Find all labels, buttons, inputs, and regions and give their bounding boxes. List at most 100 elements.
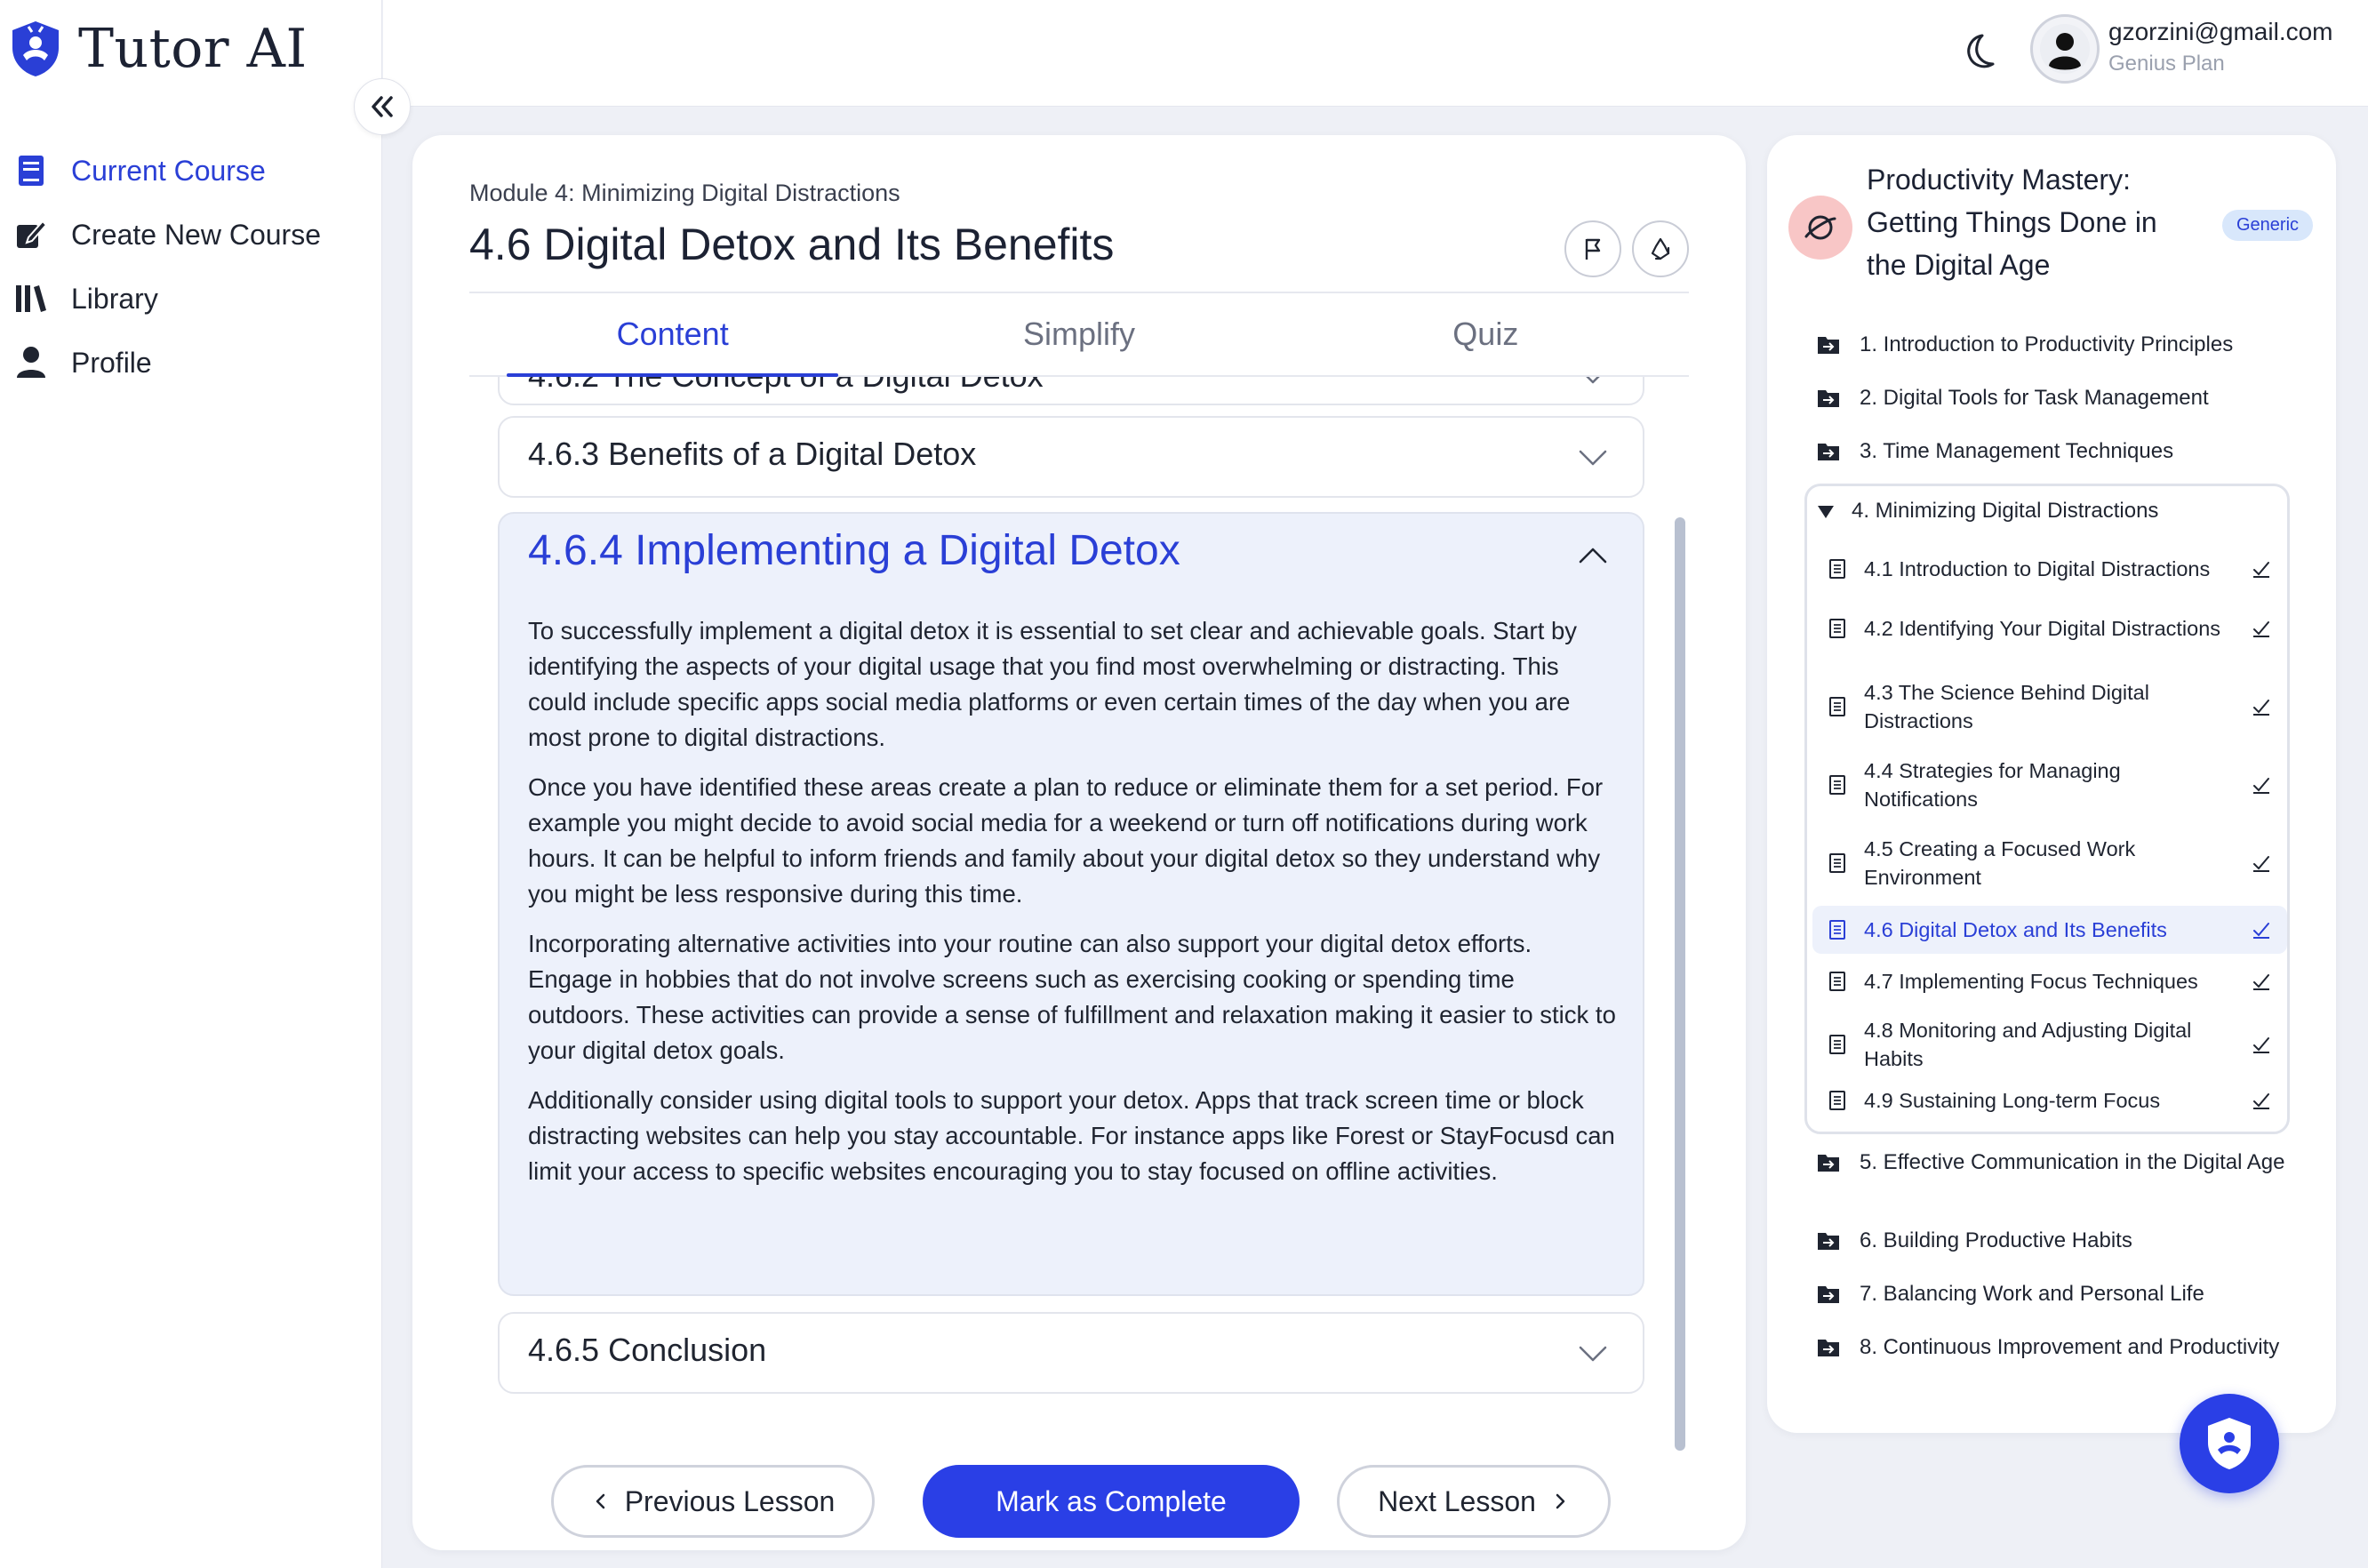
logo[interactable]: Tutor AI xyxy=(9,18,308,80)
chevron-down-icon[interactable] xyxy=(1577,377,1609,391)
document-icon xyxy=(1829,559,1845,579)
sidebar-item-current-course[interactable]: Current Course xyxy=(14,139,321,203)
user-email: gzorzini@gmail.com xyxy=(2108,18,2333,45)
lesson-tabs: Content Simplify Quiz xyxy=(469,292,1689,377)
sidebar-item-label: Current Course xyxy=(71,154,266,187)
avatar[interactable] xyxy=(2030,14,2100,84)
section-body: To successfully implement a digital deto… xyxy=(528,613,1616,1204)
module-label: 5. Effective Communication in the Digita… xyxy=(1860,1150,2285,1174)
tab-simplify[interactable]: Simplify xyxy=(876,293,1282,375)
folder-arrow-icon xyxy=(1818,1233,1839,1250)
chevron-left-icon xyxy=(596,1493,604,1509)
course-outline-panel: Productivity Mastery: Getting Things Don… xyxy=(1767,135,2336,1433)
page-title: 4.6 Digital Detox and Its Benefits xyxy=(469,220,1115,269)
chevron-up-icon[interactable] xyxy=(1577,540,1609,572)
accordion-section[interactable]: 4.6.3 Benefits of a Digital Detox xyxy=(498,416,1644,498)
lesson-item[interactable]: 4.5 Creating a Focused Work Environment xyxy=(1812,831,2287,895)
module-item[interactable]: 7. Balancing Work and Personal Life xyxy=(1817,1280,2304,1308)
accordion-section[interactable]: 4.6.2 The Concept of a Digital Detox xyxy=(498,377,1644,405)
mark-complete-button[interactable]: Mark as Complete xyxy=(923,1465,1300,1538)
dark-mode-moon-icon[interactable] xyxy=(1956,30,2000,75)
lesson-navigation: Previous Lesson Mark as Complete Next Le… xyxy=(551,1465,1618,1538)
lesson-item[interactable]: 4.2 Identifying Your Digital Distraction… xyxy=(1812,596,2287,660)
folder-arrow-icon xyxy=(1818,337,1839,354)
module-label: 7. Balancing Work and Personal Life xyxy=(1860,1282,2204,1306)
folder-arrow-icon xyxy=(1818,390,1839,407)
collapse-sidebar-button[interactable] xyxy=(354,78,411,135)
paragraph: To successfully implement a digital deto… xyxy=(528,617,1578,751)
checkmark-icon xyxy=(2253,778,2269,794)
chevron-down-icon[interactable] xyxy=(1577,441,1609,473)
content-scrollbar[interactable] xyxy=(1675,517,1685,1451)
checkmark-icon xyxy=(2253,621,2269,637)
accordion-section-open: 4.6.4 Implementing a Digital Detox To su… xyxy=(498,512,1644,1296)
module-label: 4. Minimizing Digital Distractions xyxy=(1852,499,2159,523)
module-label: Module 4: Minimizing Digital Distraction… xyxy=(469,180,900,206)
checkmark-icon xyxy=(2253,856,2269,872)
lesson-item[interactable]: 4.4 Strategies for Managing Notification… xyxy=(1812,753,2287,817)
folder-arrow-icon xyxy=(1818,1155,1839,1172)
sidebar-item-profile[interactable]: Profile xyxy=(14,331,321,395)
open-module: 4. Minimizing Digital Distractions 4.1 I… xyxy=(1804,484,2290,1134)
lesson-item[interactable]: 4.9 Sustaining Long-term Focus xyxy=(1812,1080,2287,1121)
section-title: 4.6.5 Conclusion xyxy=(528,1332,767,1368)
module-label: 6. Building Productive Habits xyxy=(1860,1228,2132,1252)
tab-content[interactable]: Content xyxy=(469,293,876,377)
module-item[interactable]: 8. Continuous Improvement and Productivi… xyxy=(1817,1333,2304,1362)
sidebar-item-library[interactable]: Library xyxy=(14,267,321,331)
lesson-card: Module 4: Minimizing Digital Distraction… xyxy=(412,135,1746,1550)
lesson-label: 4.6 Digital Detox and Its Benefits xyxy=(1864,918,2167,941)
flag-button[interactable] xyxy=(1564,220,1621,277)
lesson-item[interactable]: 4.7 Implementing Focus Techniques xyxy=(1812,961,2287,1002)
document-icon xyxy=(1829,775,1845,795)
document-icon xyxy=(1829,1035,1845,1054)
module-item[interactable]: 2. Digital Tools for Task Management xyxy=(1817,384,2304,412)
sidebar-item-label: Profile xyxy=(71,346,152,379)
sidebar: Tutor AI Current Course Create New Cours… xyxy=(0,0,382,1568)
module-item[interactable]: 6. Building Productive Habits xyxy=(1817,1227,2304,1255)
lesson-label: 4.7 Implementing Focus Techniques xyxy=(1864,970,2198,993)
document-icon xyxy=(1829,972,1845,991)
sidebar-item-label: Create New Course xyxy=(71,218,321,251)
course-title: Productivity Mastery: Getting Things Don… xyxy=(1867,164,2157,281)
checkmark-icon xyxy=(2253,923,2269,939)
sidebar-nav: Current Course Create New Course Library… xyxy=(14,139,321,395)
tab-quiz[interactable]: Quiz xyxy=(1283,293,1689,375)
lesson-label: 4.3 The Science Behind Digital Distracti… xyxy=(1864,681,2149,732)
app-name: Tutor AI xyxy=(78,18,308,80)
accordion-section[interactable]: 4.6.5 Conclusion xyxy=(498,1312,1644,1394)
status-badge: Generic xyxy=(2222,210,2314,241)
next-lesson-button[interactable]: Next Lesson xyxy=(1337,1465,1611,1538)
tutor-assistant-button[interactable] xyxy=(2180,1394,2279,1493)
checkmark-icon xyxy=(2253,1093,2269,1109)
checkmark-icon xyxy=(2253,562,2269,578)
document-icon xyxy=(1829,920,1845,940)
module-header[interactable]: 4. Minimizing Digital Distractions xyxy=(1816,499,2158,524)
lesson-item-current[interactable]: 4.6 Digital Detox and Its Benefits xyxy=(1812,906,2287,954)
regenerate-button[interactable] xyxy=(1632,220,1689,277)
user-icon xyxy=(17,347,45,378)
module-item[interactable]: 1. Introduction to Productivity Principl… xyxy=(1817,331,2304,359)
previous-lesson-button[interactable]: Previous Lesson xyxy=(551,1465,875,1538)
paragraph: Additionally consider using digital tool… xyxy=(528,1086,1615,1185)
sidebar-item-create-new-course[interactable]: Create New Course xyxy=(14,203,321,267)
edit-icon xyxy=(17,220,48,248)
module-item[interactable]: 3. Time Management Techniques xyxy=(1817,437,2304,466)
lesson-item[interactable]: 4.1 Introduction to Digital Distractions xyxy=(1812,548,2287,589)
document-icon xyxy=(1829,1091,1845,1110)
shield-logo-icon xyxy=(12,21,59,76)
flag-icon xyxy=(1585,238,1601,260)
lesson-item[interactable]: 4.3 The Science Behind Digital Distracti… xyxy=(1812,675,2287,739)
lesson-label: 4.4 Strategies for Managing Notification… xyxy=(1864,759,2121,811)
chevron-right-icon xyxy=(1556,1493,1565,1509)
module-item[interactable]: 5. Effective Communication in the Digita… xyxy=(1817,1148,2304,1177)
folder-arrow-icon xyxy=(1818,1286,1839,1303)
lesson-content: 4.6.2 The Concept of a Digital Detox 4.6… xyxy=(498,377,1671,1550)
chevron-down-icon[interactable] xyxy=(1577,1337,1609,1369)
lesson-label: 4.9 Sustaining Long-term Focus xyxy=(1864,1089,2161,1112)
mark-complete-label: Mark as Complete xyxy=(996,1484,1227,1517)
lesson-label: 4.2 Identifying Your Digital Distraction… xyxy=(1864,617,2221,640)
section-title[interactable]: 4.6.4 Implementing a Digital Detox xyxy=(528,526,1180,575)
lesson-label: 4.8 Monitoring and Adjusting Digital Hab… xyxy=(1864,1019,2192,1070)
lesson-item[interactable]: 4.8 Monitoring and Adjusting Digital Hab… xyxy=(1812,1012,2287,1076)
